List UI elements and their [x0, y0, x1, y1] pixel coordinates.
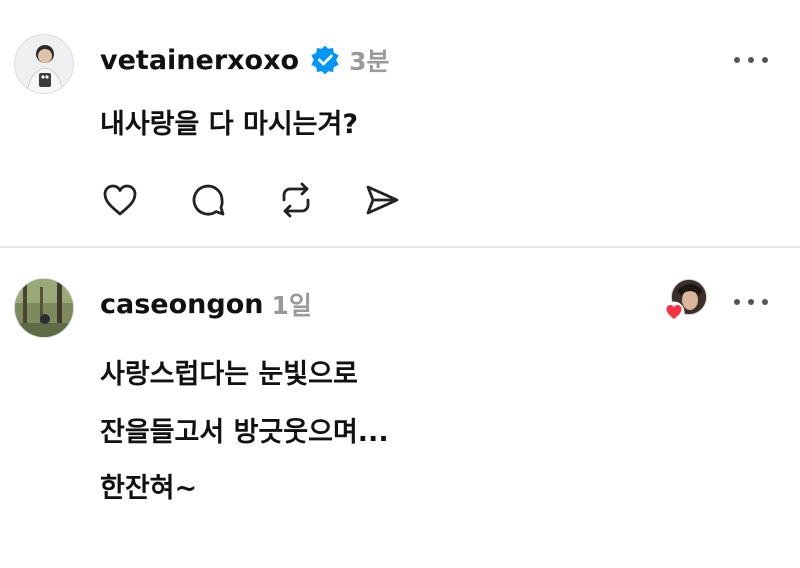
reply-text-line: 사랑스럽다는 눈빛으로 — [100, 359, 358, 390]
comment-icon[interactable] — [188, 180, 228, 220]
avatar[interactable] — [14, 34, 74, 94]
post-actions — [100, 180, 420, 220]
post-header: caseongon 1일 — [100, 284, 312, 324]
reply-text-line: 한잔혀~ — [100, 473, 198, 504]
thread-reply: caseongon 1일 사랑스럽다는 눈빛으로 잔을들고서 방긋웃으며... … — [0, 247, 800, 568]
post-time: 1일 — [271, 291, 312, 320]
author-liked-badge — [663, 279, 711, 327]
post-header: vetainerxoxo 3분 — [100, 40, 389, 80]
avatar[interactable] — [14, 278, 74, 338]
more-options-icon[interactable] — [734, 50, 768, 70]
username[interactable]: vetainerxoxo — [100, 45, 299, 76]
verified-badge-icon — [311, 45, 339, 75]
profile-photo — [15, 35, 73, 93]
profile-photo — [15, 279, 73, 337]
reply-text-line: 잔을들고서 방긋웃으며... — [100, 417, 389, 448]
post-text: 내사랑을 다 마시는겨? — [100, 109, 359, 140]
heart-icon — [663, 301, 685, 323]
thread-post: vetainerxoxo 3분 내사랑을 다 마시는겨? — [0, 0, 800, 246]
share-icon[interactable] — [362, 180, 402, 220]
post-time: 3분 — [349, 47, 390, 76]
more-options-icon[interactable] — [734, 292, 768, 312]
like-icon[interactable] — [100, 180, 140, 220]
username[interactable]: caseongon — [100, 289, 263, 320]
repost-icon[interactable] — [276, 180, 316, 220]
